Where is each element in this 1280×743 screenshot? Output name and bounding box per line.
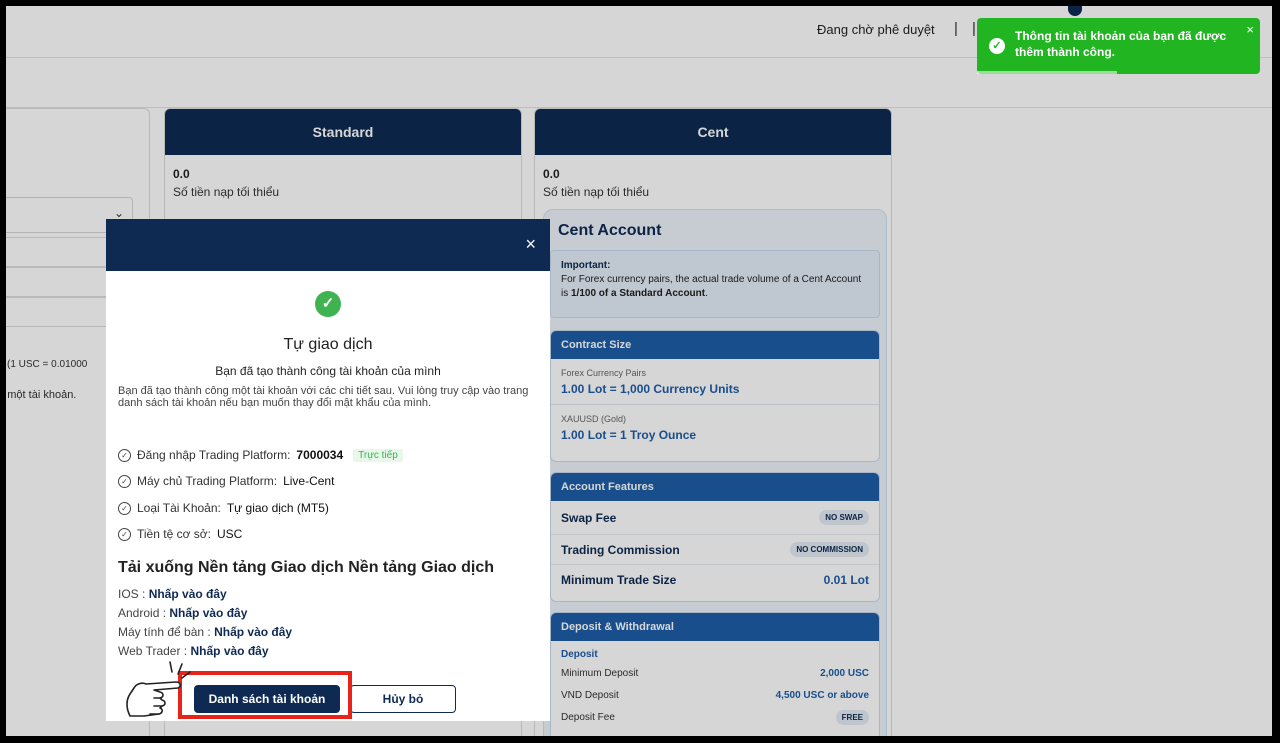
download-link[interactable]: Nhấp vào đây <box>190 644 268 658</box>
download-row: Web Trader : Nhấp vào đây <box>118 644 269 658</box>
app-frame: Đang chờ phê duyệt | | ⌄ D (1 USC = 0.01… <box>6 6 1272 736</box>
check-circle-icon: ✓ <box>118 501 131 515</box>
live-badge: Trực tiếp <box>353 448 403 462</box>
download-heading: Tải xuống Nền tảng Giao dịch Nền tảng Gi… <box>118 559 495 576</box>
check-circle-icon: ✓ <box>989 38 1005 54</box>
detail-label: Loại Tài Khoản: <box>137 501 221 515</box>
detail-currency: ✓ Tiền tệ cơ sở: USC <box>118 527 242 541</box>
check-circle-icon: ✓ <box>118 474 131 488</box>
download-platform: IOS : <box>118 587 146 601</box>
detail-account-type: ✓ Loại Tài Khoản: Tự giao dịch (MT5) <box>118 501 329 515</box>
toast-progress <box>977 71 1117 74</box>
detail-value: 7000034 <box>296 448 344 462</box>
download-row: IOS : Nhấp vào đây <box>118 587 227 601</box>
modal-title: Tự giao dịch <box>283 336 373 353</box>
check-circle-icon: ✓ <box>118 448 131 462</box>
detail-label: Đăng nhập Trading Platform: <box>137 448 291 462</box>
detail-label: Máy chủ Trading Platform: <box>137 474 278 488</box>
modal-header: × <box>106 219 550 271</box>
account-created-modal: × ✓ Tự giao dịch Bạn đã tạo thành công t… <box>106 219 550 721</box>
success-check-icon: ✓ <box>315 291 341 317</box>
close-icon[interactable]: × <box>525 235 536 253</box>
cancel-button[interactable]: Hủy bỏ <box>350 685 456 713</box>
toast-message: Thông tin tài khoản của bạn đã được thêm… <box>1015 29 1227 59</box>
detail-server: ✓ Máy chủ Trading Platform: Live-Cent <box>118 474 334 488</box>
modal-subtitle: Bạn đã tạo thành công tài khoản của mình <box>215 364 441 378</box>
download-link[interactable]: Nhấp vào đây <box>169 606 247 620</box>
download-platform: Web Trader : <box>118 644 188 658</box>
check-circle-icon: ✓ <box>118 527 131 541</box>
download-platform: Máy tính để bàn : <box>118 625 211 639</box>
download-row: Android : Nhấp vào đây <box>118 606 247 620</box>
detail-value: Tự giao dịch (MT5) <box>226 501 329 515</box>
detail-value: USC <box>216 527 243 541</box>
close-icon[interactable]: × <box>1246 22 1254 37</box>
highlight-box <box>178 671 352 719</box>
success-toast: ✓ Thông tin tài khoản của bạn đã được th… <box>977 18 1260 74</box>
download-link[interactable]: Nhấp vào đây <box>149 587 227 601</box>
pointing-hand-icon <box>126 661 191 717</box>
download-platform: Android : <box>118 606 167 620</box>
modal-description: Bạn đã tạo thành công một tài khoản với … <box>118 385 529 409</box>
detail-label: Tiền tệ cơ sở: <box>137 527 211 541</box>
download-row: Máy tính để bàn : Nhấp vào đây <box>118 625 292 639</box>
detail-value: Live-Cent <box>283 474 335 488</box>
download-link[interactable]: Nhấp vào đây <box>214 625 292 639</box>
detail-login: ✓ Đăng nhập Trading Platform: 7000034 Tr… <box>118 448 403 462</box>
